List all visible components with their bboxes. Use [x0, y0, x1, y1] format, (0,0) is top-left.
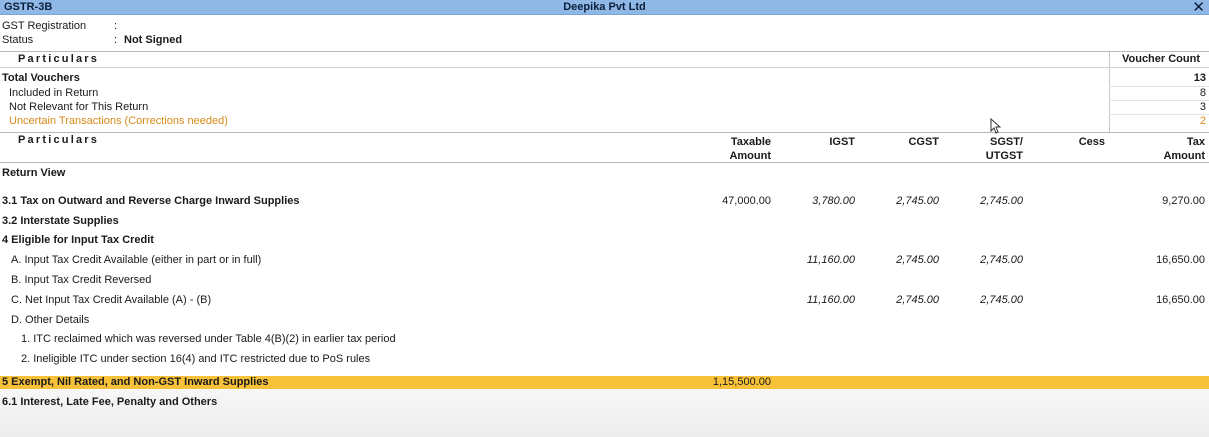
igst-cell: 11,160.00 — [806, 294, 855, 306]
count-not-relevant: 3 — [1199, 101, 1206, 113]
cgst-cell: 2,745.00 — [896, 254, 939, 266]
igst-cell: 3,780.00 — [812, 195, 855, 207]
taxable-amount-cell: 47,000.00 — [722, 195, 771, 207]
row-label: 5 Exempt, Nil Rated, and Non-GST Inward … — [2, 376, 269, 388]
header-line: SGST/ — [989, 136, 1023, 148]
taxable-amount-header: Taxable Amount — [690, 135, 771, 163]
igst-header: IGST — [790, 135, 855, 149]
cgst-cell: 2,745.00 — [896, 294, 939, 306]
status-colon: : — [114, 34, 118, 46]
mouse-pointer-icon — [990, 118, 1001, 134]
return-view-label: Return View — [2, 167, 66, 179]
status-label: Status — [2, 34, 34, 46]
header-line: Tax — [1186, 136, 1205, 148]
count-included: 8 — [1199, 87, 1206, 99]
row-label: A. Input Tax Credit Available (either in… — [11, 254, 262, 266]
gst-registration-colon: : — [114, 20, 118, 32]
table-row-selected[interactable]: 5 Exempt, Nil Rated, and Non-GST Inward … — [0, 376, 1209, 390]
table-row[interactable]: 2. Ineligible ITC under section 16(4) an… — [0, 353, 1209, 367]
taxable-amount-cell: 1,15,500.00 — [712, 376, 771, 388]
tax-amount-cell: 16,650.00 — [1156, 254, 1205, 266]
row-label: C. Net Input Tax Credit Available (A) - … — [11, 294, 212, 306]
gst-registration-label: GST Registration — [2, 20, 87, 32]
table-row[interactable]: A. Input Tax Credit Available (either in… — [0, 254, 1209, 268]
cgst-header: CGST — [874, 135, 939, 149]
header-line: Amount — [729, 150, 771, 162]
tax-amount-cell: 9,270.00 — [1162, 195, 1205, 207]
row-label: B. Input Tax Credit Reversed — [11, 274, 152, 286]
divider — [0, 51, 1209, 52]
title-bar: GSTR-3B Deepika Pvt Ltd ✕ — [0, 0, 1209, 16]
count-uncertain: 2 — [1199, 115, 1206, 127]
divider — [0, 132, 1209, 133]
table-row[interactable]: C. Net Input Tax Credit Available (A) - … — [0, 294, 1209, 308]
summary-item-included[interactable]: Included in Return — [9, 87, 98, 99]
company-name: Deepika Pvt Ltd — [563, 1, 646, 13]
summary-item-not-relevant[interactable]: Not Relevant for This Return — [9, 101, 148, 113]
sgst-cell: 2,745.00 — [980, 254, 1023, 266]
row-label: 3.1 Tax on Outward and Reverse Charge In… — [2, 195, 300, 207]
row-label: 3.2 Interstate Supplies — [2, 215, 119, 227]
row-label: 4 Eligible for Input Tax Credit — [2, 234, 154, 246]
sgst-cell: 2,745.00 — [980, 294, 1023, 306]
status-value: Not Signed — [124, 34, 183, 46]
table-row[interactable]: B. Input Tax Credit Reversed — [0, 274, 1209, 288]
table-row[interactable]: 1. ITC reclaimed which was reversed unde… — [0, 333, 1209, 347]
divider — [0, 162, 1209, 163]
header-line: Amount — [1163, 150, 1205, 162]
row-label: 1. ITC reclaimed which was reversed unde… — [21, 333, 396, 345]
table-particulars-header: Particulars — [18, 134, 100, 146]
table-row[interactable]: 6.1 Interest, Late Fee, Penalty and Othe… — [0, 396, 1209, 410]
summary-item-total-vouchers[interactable]: Total Vouchers — [2, 72, 80, 84]
igst-cell: 11,160.00 — [806, 254, 855, 266]
tax-amount-cell: 16,650.00 — [1156, 294, 1205, 306]
row-label: D. Other Details — [11, 314, 90, 326]
header-line: IGST — [829, 136, 855, 148]
cgst-cell: 2,745.00 — [896, 195, 939, 207]
close-icon[interactable]: ✕ — [1192, 0, 1205, 16]
divider — [0, 67, 1209, 68]
table-row[interactable]: D. Other Details — [0, 314, 1209, 328]
sgst-cell: 2,745.00 — [980, 195, 1023, 207]
header-line: CGST — [908, 136, 939, 148]
row-label: 6.1 Interest, Late Fee, Penalty and Othe… — [2, 396, 218, 408]
table-row[interactable]: 4 Eligible for Input Tax Credit — [0, 234, 1209, 248]
row-label: 2. Ineligible ITC under section 16(4) an… — [21, 353, 371, 365]
sgst-utgst-header: SGST/ UTGST — [960, 135, 1023, 163]
table-row[interactable]: 3.2 Interstate Supplies — [0, 215, 1209, 229]
header-line: Cess — [1078, 136, 1105, 148]
header-line: Taxable — [730, 136, 771, 148]
count-total-vouchers: 13 — [1193, 72, 1206, 84]
header-line: UTGST — [985, 150, 1023, 162]
summary-particulars-header: Particulars — [18, 53, 100, 65]
tax-amount-header: Tax Amount — [1130, 135, 1205, 163]
cess-header: Cess — [1050, 135, 1105, 149]
voucher-count-header: Voucher Count — [1121, 53, 1200, 65]
summary-item-uncertain[interactable]: Uncertain Transactions (Corrections need… — [9, 115, 228, 127]
table-row[interactable]: 3.1 Tax on Outward and Reverse Charge In… — [0, 195, 1209, 209]
